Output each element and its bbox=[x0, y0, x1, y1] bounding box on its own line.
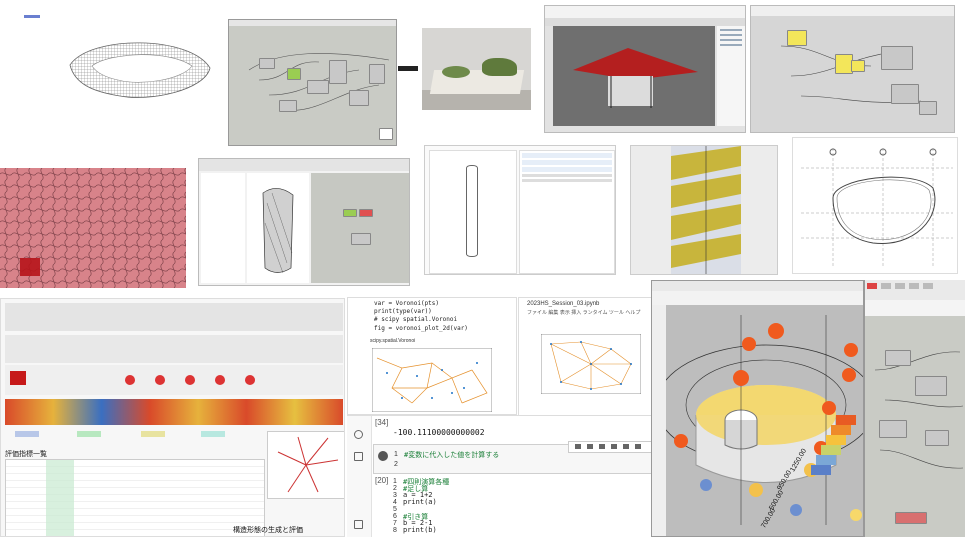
gh-yellow-panel[interactable] bbox=[851, 60, 865, 72]
run-cell-button[interactable] bbox=[378, 451, 388, 461]
menu-edit[interactable]: 編集 bbox=[548, 310, 558, 316]
rhino-3d-view[interactable]: 1250.00 950.00 500.00 700.00 bbox=[655, 305, 863, 536]
empty-line-number: 2 bbox=[394, 461, 398, 468]
code-icon[interactable] bbox=[354, 452, 363, 461]
revit-view[interactable] bbox=[247, 173, 309, 283]
report-table bbox=[5, 459, 265, 536]
gh-node[interactable] bbox=[307, 80, 329, 94]
code-line: var = Voronoi(pts) bbox=[374, 300, 440, 307]
gh-node[interactable] bbox=[287, 68, 301, 80]
grid-row-2 bbox=[5, 335, 343, 363]
cell-comment: #変数に代入した値を計算する bbox=[404, 451, 500, 459]
tile-grasshopper-right bbox=[864, 280, 965, 537]
delaunay-plot bbox=[541, 334, 641, 394]
gh-node[interactable] bbox=[349, 90, 369, 106]
report-caption: 構造形態の生成と評価 bbox=[233, 527, 303, 534]
menu-runtime[interactable]: ランタイム bbox=[583, 310, 608, 316]
grid-row-3 bbox=[5, 365, 343, 395]
connector-bar bbox=[398, 66, 418, 71]
cell-toolbar bbox=[568, 441, 654, 453]
code-line: fig = voronoi_plot_2d(var) bbox=[374, 325, 468, 332]
plot-title: scipy.spatial.Voronoi bbox=[370, 338, 416, 344]
tile-twisted-surface bbox=[0, 0, 220, 130]
gh-node[interactable] bbox=[259, 58, 275, 69]
rhino-toolbar bbox=[652, 291, 863, 306]
gh-node[interactable] bbox=[879, 420, 907, 438]
code-line: # scipy spatial.Voronoi bbox=[374, 316, 458, 323]
tile-research-report: 評価指標一覧 構造形態の生成と評価 bbox=[0, 298, 345, 537]
column-view[interactable] bbox=[429, 150, 517, 274]
gh-node[interactable] bbox=[925, 430, 949, 446]
tile-column-ui bbox=[424, 145, 616, 275]
active-cell[interactable]: 1 #変数に代入した値を計算する 2 bbox=[373, 441, 659, 474]
code-cell[interactable]: 1 #四則演算各種 2 #足し算 3 a = 1+2 4 print(a) 5 … bbox=[373, 474, 657, 537]
properties-panel bbox=[519, 150, 615, 274]
tile-revit-grasshopper bbox=[198, 158, 410, 286]
menu-view[interactable]: 表示 bbox=[560, 310, 570, 316]
rhino-tool-strip bbox=[652, 305, 666, 536]
cell-prompt: [34] bbox=[375, 418, 389, 427]
gh-node[interactable] bbox=[895, 512, 927, 524]
grid-row-1 bbox=[5, 303, 343, 331]
tile-model-photo bbox=[422, 28, 531, 110]
menu-help[interactable]: ヘルプ bbox=[625, 310, 640, 316]
terminal-icon[interactable] bbox=[354, 520, 363, 529]
gh-canvas[interactable] bbox=[311, 173, 409, 283]
search-icon[interactable] bbox=[354, 430, 363, 439]
tile-voronoi-notebook: var = Voronoi(pts) print(type(var)) # sc… bbox=[347, 297, 517, 415]
gh-node[interactable] bbox=[881, 46, 913, 70]
gh-node[interactable] bbox=[885, 350, 911, 366]
rhino-panel bbox=[717, 26, 745, 126]
rhino-viewport[interactable] bbox=[553, 26, 715, 126]
voronoi-plot bbox=[372, 348, 492, 412]
colab-sidebar bbox=[347, 416, 372, 537]
rhino-toolbar bbox=[545, 18, 745, 26]
menu-insert[interactable]: 挿入 bbox=[571, 310, 581, 316]
rhino-title-bar bbox=[652, 281, 863, 291]
tile-spiral-tower bbox=[630, 145, 778, 275]
gh-yellow-panel[interactable] bbox=[787, 30, 807, 46]
tile-rhino-viewport bbox=[544, 5, 746, 133]
report-heading: 評価指標一覧 bbox=[5, 451, 47, 458]
twisted-surface-render bbox=[69, 42, 211, 98]
menu-file[interactable]: ファイル bbox=[527, 310, 547, 316]
tile-colab-cells: [34] -100.11100000000002 1 #変数に代入した値を計算す… bbox=[347, 415, 663, 537]
gh-node[interactable] bbox=[379, 128, 393, 140]
radar-chart bbox=[267, 431, 344, 499]
tile-colab-delaunay: 2023HS_Session_03.ipynb ファイル 編集 表示 挿入 ラン… bbox=[518, 297, 663, 417]
tile-red-pattern bbox=[0, 168, 186, 288]
notebook-file-name[interactable]: 2023HS_Session_03.ipynb bbox=[527, 301, 599, 307]
gh-node[interactable] bbox=[369, 64, 385, 84]
tile-cad-ellipse bbox=[792, 137, 958, 274]
gh-node[interactable] bbox=[891, 84, 919, 104]
code-line: print(type(var)) bbox=[374, 308, 432, 315]
revit-project-browser bbox=[201, 173, 245, 283]
tile-rhino-spheres: 1250.00 950.00 500.00 700.00 bbox=[651, 280, 864, 537]
cell-output: -100.11100000000002 bbox=[393, 428, 485, 437]
menu-tools[interactable]: ツール bbox=[609, 310, 624, 316]
gh-node[interactable] bbox=[279, 100, 297, 112]
legend-strip bbox=[5, 429, 263, 449]
notebook-menu: ファイル 編集 表示 挿入 ランタイム ツール ヘルプ bbox=[527, 309, 640, 316]
gh-node[interactable] bbox=[915, 376, 947, 396]
heatmap-row bbox=[5, 399, 343, 425]
gh-node[interactable] bbox=[329, 60, 347, 84]
gh-node[interactable] bbox=[919, 101, 937, 115]
tile-grasshopper-canvas bbox=[228, 19, 397, 146]
tile-grasshopper-panels bbox=[750, 5, 955, 133]
